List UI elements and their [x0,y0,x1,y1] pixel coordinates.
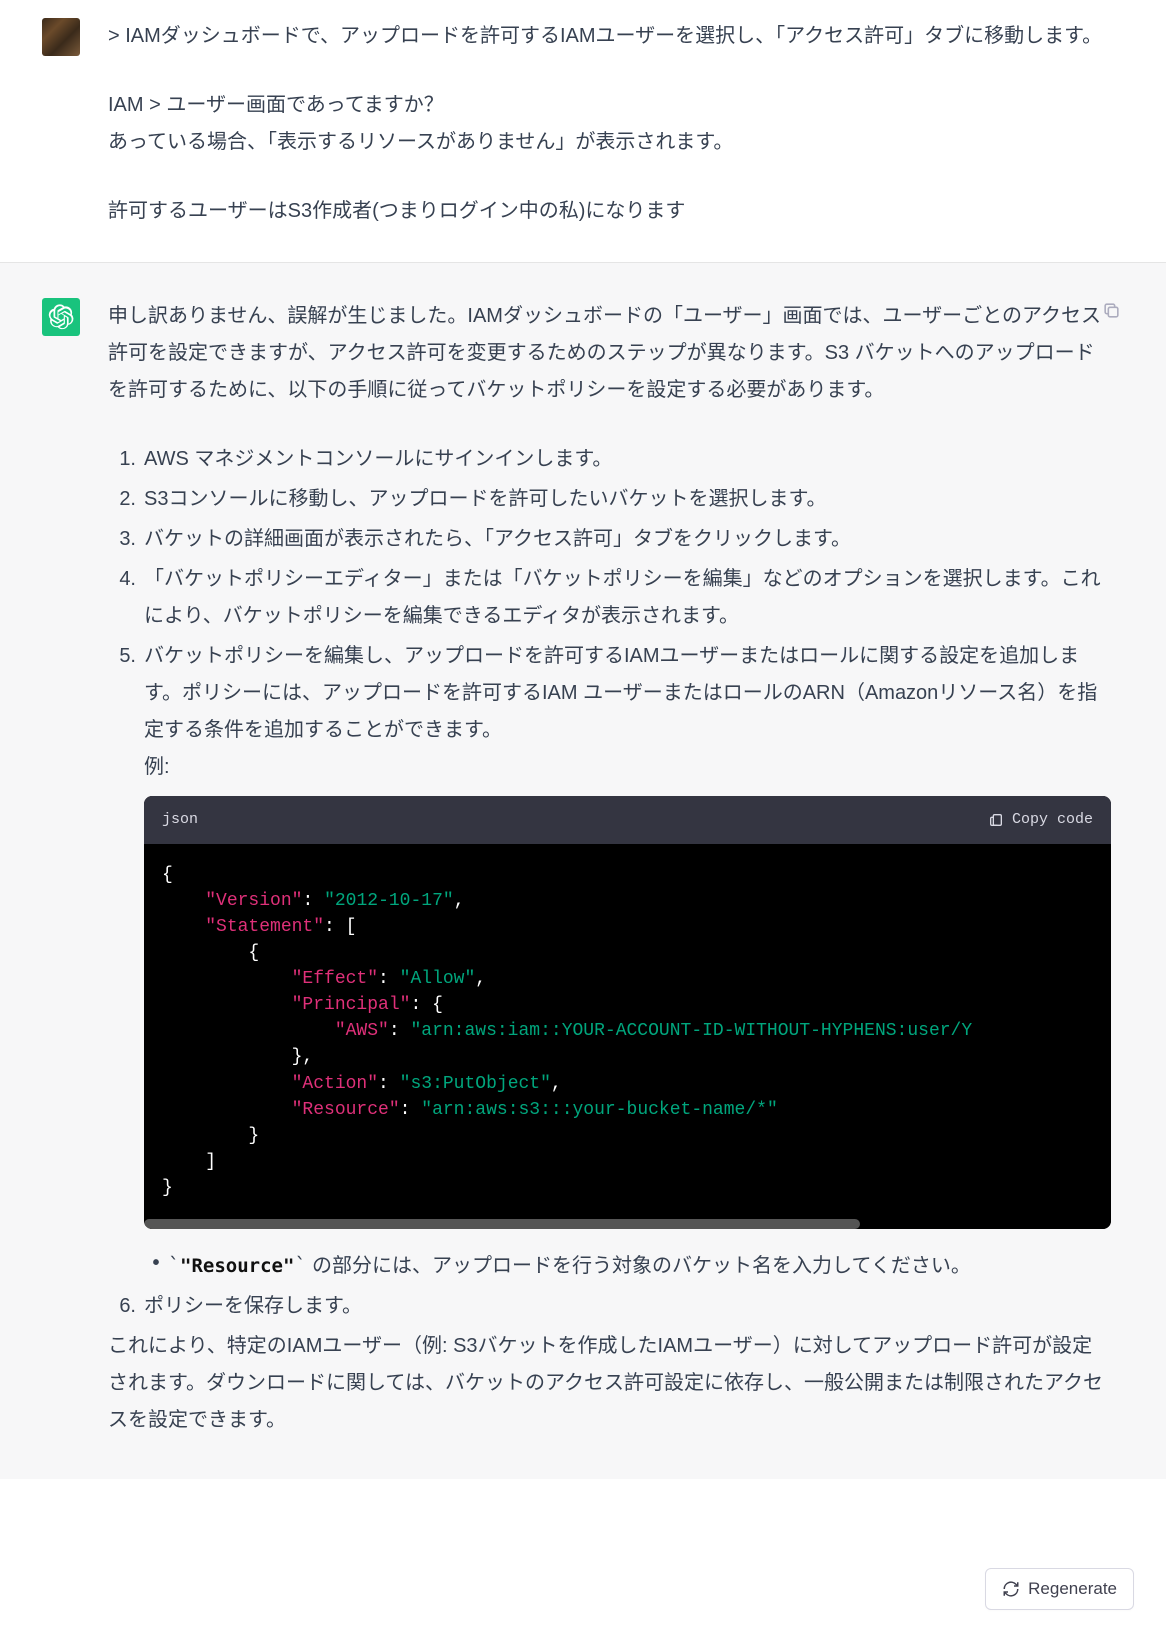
code-block: json Copy code { "Version": "2012-10-17"… [144,796,1111,1229]
step-text: バケットの詳細画面が表示されたら、「アクセス許可」タブをクリックします。 [144,521,1111,558]
backtick: ` [168,1253,180,1277]
user-text-line-3: あっている場合、「表示するリソースがありません」が表示されます。 [108,124,1111,161]
copy-message-button[interactable] [1102,296,1121,333]
user-avatar [42,18,80,56]
step-text: ポリシーを保存します。 [144,1288,1111,1325]
copy-code-label: Copy code [1012,806,1093,834]
assistant-outro: これにより、特定のIAMユーザー（例: S3バケットを作成したIAMユーザー）に… [108,1328,1111,1439]
user-text-line-2: IAM > ユーザー画面であってますか？ [108,87,1111,124]
clipboard-icon [988,812,1004,828]
step-number: 3. [108,521,136,558]
step-example-label: 例: [144,756,170,778]
code-header: json Copy code [144,796,1111,844]
step-number: 4. [108,561,136,598]
regenerate-label: Regenerate [1028,1579,1117,1599]
step-2: 2. S3コンソールに移動し、アップロードを許可したいバケットを選択します。 [108,481,1111,518]
step-4: 4. 「バケットポリシーエディター」または「バケットポリシーを編集」などのオプシ… [108,561,1111,635]
code-scrollbar-thumb[interactable] [144,1219,860,1229]
step-text: AWS マネジメントコンソールにサインインします。 [144,441,1111,478]
assistant-message: 申し訳ありません、誤解が生じました。IAMダッシュボードの「ユーザー」画面では、… [0,263,1166,1479]
regenerate-button[interactable]: Regenerate [985,1568,1134,1610]
step-number: 1. [108,441,136,478]
step-text: S3コンソールに移動し、アップロードを許可したいバケットを選択します。 [144,481,1111,518]
refresh-icon [1002,1580,1020,1598]
step-number: 6. [108,1288,136,1325]
note-text: の部分には、アップロードを行う対象のバケット名を入力してください。 [306,1255,970,1277]
step-text: 「バケットポリシーエディター」または「バケットポリシーを編集」などのオプションを… [144,561,1111,635]
bullet-dot: • [144,1247,168,1279]
note-item: • `"Resource"` の部分には、アップロードを行う対象のバケット名を入… [144,1247,1111,1285]
code-language: json [162,806,198,834]
step-6: 6. ポリシーを保存します。 [108,1288,1111,1325]
code-content[interactable]: { "Version": "2012-10-17", "Statement": … [144,844,1111,1221]
step-number: 2. [108,481,136,518]
user-text-line-4: 許可するユーザーはS3作成者(つまりログイン中の私)になります [108,193,1111,230]
note-list: • `"Resource"` の部分には、アップロードを行う対象のバケット名を入… [144,1247,1111,1285]
assistant-avatar [42,298,80,336]
step-5: 5. バケットポリシーを編集し、アップロードを許可するIAMユーザーまたはロール… [108,638,1111,1285]
backtick: ` [294,1253,306,1277]
copy-code-button[interactable]: Copy code [988,806,1093,834]
step-3: 3. バケットの詳細画面が表示されたら、「アクセス許可」タブをクリックします。 [108,521,1111,558]
step-number: 5. [108,638,136,675]
step-text: バケットポリシーを編集し、アップロードを許可するIAMユーザーまたはロールに関す… [144,645,1097,741]
user-text-line-1: > IAMダッシュボードで、アップロードを許可するIAMユーザーを選択し、「アク… [108,18,1111,55]
assistant-intro: 申し訳ありません、誤解が生じました。IAMダッシュボードの「ユーザー」画面では、… [108,298,1111,409]
steps-list: 1. AWS マネジメントコンソールにサインインします。 2. S3コンソールに… [108,441,1111,1325]
step-1: 1. AWS マネジメントコンソールにサインインします。 [108,441,1111,478]
code-scrollbar[interactable] [144,1219,1111,1229]
inline-code: "Resource" [180,1255,294,1277]
user-message: > IAMダッシュボードで、アップロードを許可するIAMユーザーを選択し、「アク… [0,0,1166,263]
